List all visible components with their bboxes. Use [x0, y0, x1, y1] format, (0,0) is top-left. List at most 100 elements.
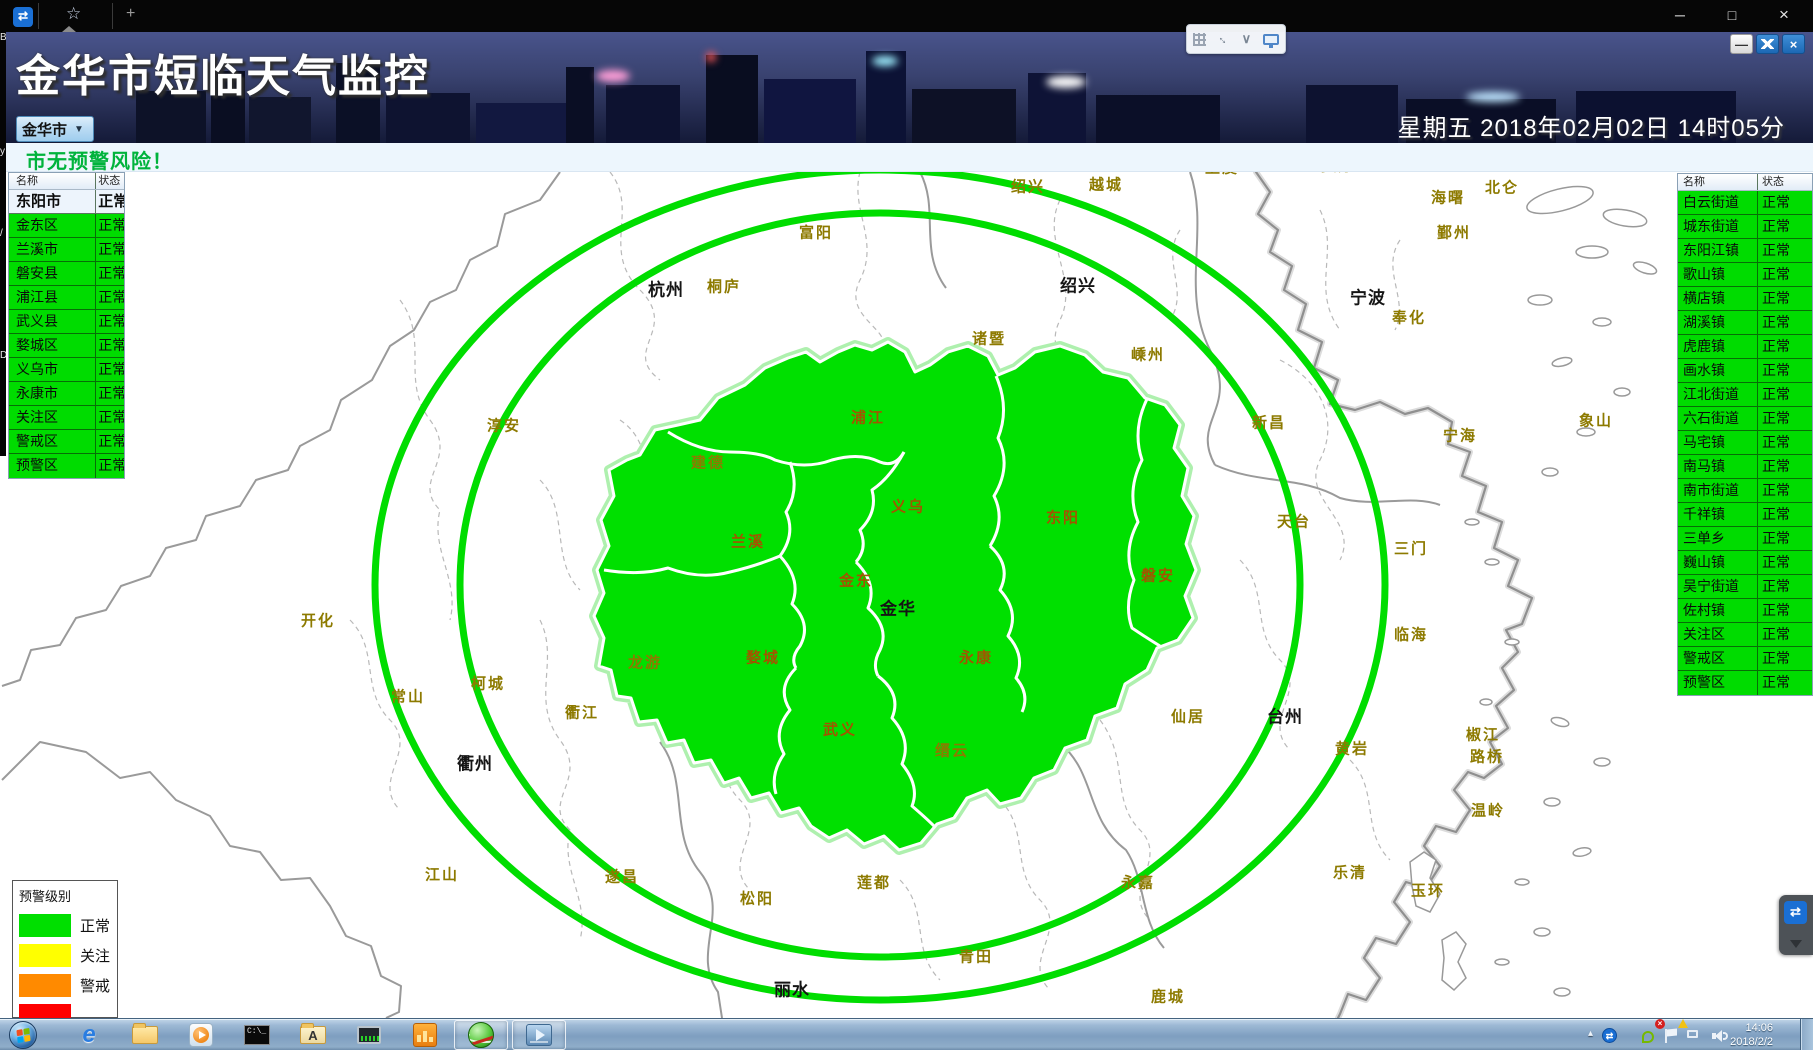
taskbar-clock[interactable]: 14:06 2018/2/2 [1730, 1021, 1773, 1049]
status-cell: 正常 [95, 286, 124, 309]
table-row[interactable]: 关注区正常 [9, 406, 124, 430]
panel-minimize-button[interactable]: — [1730, 34, 1753, 54]
table-row[interactable]: 湖溪镇正常 [1678, 311, 1812, 335]
table-row[interactable]: 佐村镇正常 [1678, 599, 1812, 623]
table-row[interactable]: 浦江县正常 [9, 286, 124, 310]
table-row[interactable]: 婺城区正常 [9, 334, 124, 358]
table-row[interactable]: 三单乡正常 [1678, 527, 1812, 551]
alert-message-bar: 市无预警风险！ [6, 143, 1813, 172]
taskbar-weather-app-active[interactable] [454, 1020, 508, 1050]
monitor-waveform-icon [357, 1026, 381, 1044]
map-canvas[interactable]: 杭州绍兴宁波金华衢州台州丽水富阳绍兴越城上虞余姚海曙北仑鄞州桐庐诸暨嵊州奉化淳安… [0, 172, 1813, 1018]
table-row[interactable]: 武义县正常 [9, 310, 124, 334]
region-name-cell: 关注区 [1678, 623, 1757, 646]
desktop-screen: ⇄ ☆ + ─ □ × 金华市短临天气监控 金华市 [0, 0, 1813, 1050]
status-cell: 正常 [1757, 671, 1812, 695]
status-cell: 正常 [95, 262, 124, 285]
chevron-down-icon[interactable]: ∨ [1242, 31, 1252, 47]
region-name-cell: 城东街道 [1678, 215, 1757, 238]
table-row[interactable]: 东阳江镇正常 [1678, 239, 1812, 263]
taskbar-office-app[interactable] [398, 1020, 452, 1050]
column-header-name[interactable]: 名称 [9, 173, 95, 189]
jinhua-region[interactable] [594, 342, 1196, 850]
table-row[interactable]: 横店镇正常 [1678, 287, 1812, 311]
chevron-down-icon: ▼ [74, 124, 84, 135]
column-header-status[interactable]: 状态 [1757, 174, 1812, 190]
table-row[interactable]: 千祥镇正常 [1678, 503, 1812, 527]
expand-arrows-icon[interactable]: ↔ [1215, 30, 1233, 48]
region-name-cell: 白云街道 [1678, 191, 1757, 214]
table-row[interactable]: 义乌市正常 [9, 358, 124, 382]
table-row[interactable]: 马宅镇正常 [1678, 431, 1812, 455]
collapse-arrow-icon [1790, 940, 1802, 948]
window-close-button[interactable]: × [1769, 4, 1799, 26]
legend-item: 警戒 [19, 973, 117, 997]
show-hidden-icons[interactable]: ▴ [1588, 1028, 1593, 1039]
grid-icon[interactable] [1193, 33, 1206, 46]
taskbar-media-player[interactable] [174, 1020, 228, 1050]
table-row[interactable]: 江北街道正常 [1678, 383, 1812, 407]
table-row[interactable]: 预警区正常 [1678, 671, 1812, 695]
status-cell: 正常 [95, 214, 124, 237]
table-row[interactable]: 六石街道正常 [1678, 407, 1812, 431]
window-minimize-button[interactable]: ─ [1665, 4, 1695, 26]
taskbar-system-monitor[interactable] [342, 1020, 396, 1050]
table-row[interactable]: 警戒区正常 [9, 430, 124, 454]
table-row[interactable]: 南马镇正常 [1678, 455, 1812, 479]
window-maximize-button[interactable]: □ [1717, 4, 1747, 26]
clock-date: 2018/2/2 [1730, 1035, 1773, 1049]
show-desktop-button[interactable] [1800, 1019, 1813, 1050]
table-row[interactable]: 永康市正常 [9, 382, 124, 406]
region-name-cell: 吴宁街道 [1678, 575, 1757, 598]
table-row[interactable]: 兰溪市正常 [9, 238, 124, 262]
table-row[interactable]: 预警区正常 [9, 454, 124, 478]
table-row[interactable]: 虎鹿镇正常 [1678, 335, 1812, 359]
table-row[interactable]: 巍山镇正常 [1678, 551, 1812, 575]
table-row[interactable]: 关注区正常 [1678, 623, 1812, 647]
table-row[interactable]: 吴宁街道正常 [1678, 575, 1812, 599]
table-row[interactable]: 磐安县正常 [9, 262, 124, 286]
table-row[interactable]: 城东街道正常 [1678, 215, 1812, 239]
district-status-table: 名称 状态 东阳市正常金东区正常兰溪市正常磐安县正常浦江县正常武义县正常婺城区正… [8, 172, 125, 479]
status-cell: 正常 [1757, 575, 1812, 598]
status-cell: 正常 [95, 310, 124, 333]
table-row[interactable]: 金东区正常 [9, 214, 124, 238]
zhejiang-map [0, 172, 1813, 1018]
panel-close-button[interactable]: × [1782, 34, 1805, 54]
region-name-cell: 三单乡 [1678, 527, 1757, 550]
city-selector-dropdown[interactable]: 金华市 ▼ [16, 116, 94, 142]
teamviewer-icon: ⇄ [1784, 901, 1807, 924]
teamviewer-icon[interactable]: ⇄ [13, 7, 33, 27]
region-name-cell: 东阳江镇 [1678, 239, 1757, 262]
table-row[interactable]: 画水镇正常 [1678, 359, 1812, 383]
table-row[interactable]: 歌山镇正常 [1678, 263, 1812, 287]
table-row[interactable]: 东阳市正常 [9, 190, 124, 214]
taskbar-fonts-folder[interactable]: A [286, 1020, 340, 1050]
globe-icon [468, 1022, 494, 1048]
teamviewer-tray-icon[interactable]: ⇄ [1602, 1028, 1617, 1043]
region-name-cell: 虎鹿镇 [1678, 335, 1757, 358]
region-name-cell: 义乌市 [9, 358, 95, 381]
table-row[interactable]: 白云街道正常 [1678, 191, 1812, 215]
column-header-status[interactable]: 状态 [95, 173, 124, 189]
tab-divider [38, 3, 39, 29]
region-name-cell: 巍山镇 [1678, 551, 1757, 574]
region-name-cell: 婺城区 [9, 334, 95, 357]
table-row[interactable]: 警戒区正常 [1678, 647, 1812, 671]
new-tab-button[interactable]: + [126, 5, 135, 23]
teamviewer-side-tab[interactable]: ⇄ [1779, 895, 1813, 955]
taskbar-file-explorer[interactable] [118, 1020, 172, 1050]
region-name-cell: 南市街道 [1678, 479, 1757, 502]
town-status-table: 名称 状态 白云街道正常城东街道正常东阳江镇正常歌山镇正常横店镇正常湖溪镇正常虎… [1677, 173, 1813, 696]
taskbar-command-prompt[interactable]: C:\_ [230, 1020, 284, 1050]
table-row[interactable]: 南市街道正常 [1678, 479, 1812, 503]
desktop-text-fragment: Di [0, 350, 6, 361]
taskbar-player-app-active[interactable] [512, 1020, 566, 1050]
monitor-icon[interactable] [1263, 34, 1279, 45]
status-cell: 正常 [1757, 431, 1812, 454]
taskbar-internet-explorer[interactable]: e [62, 1020, 116, 1050]
favorite-star-icon[interactable]: ☆ [66, 4, 81, 24]
column-header-name[interactable]: 名称 [1678, 174, 1757, 190]
start-button[interactable] [9, 1021, 37, 1049]
panel-fullscreen-button[interactable] [1756, 34, 1779, 54]
